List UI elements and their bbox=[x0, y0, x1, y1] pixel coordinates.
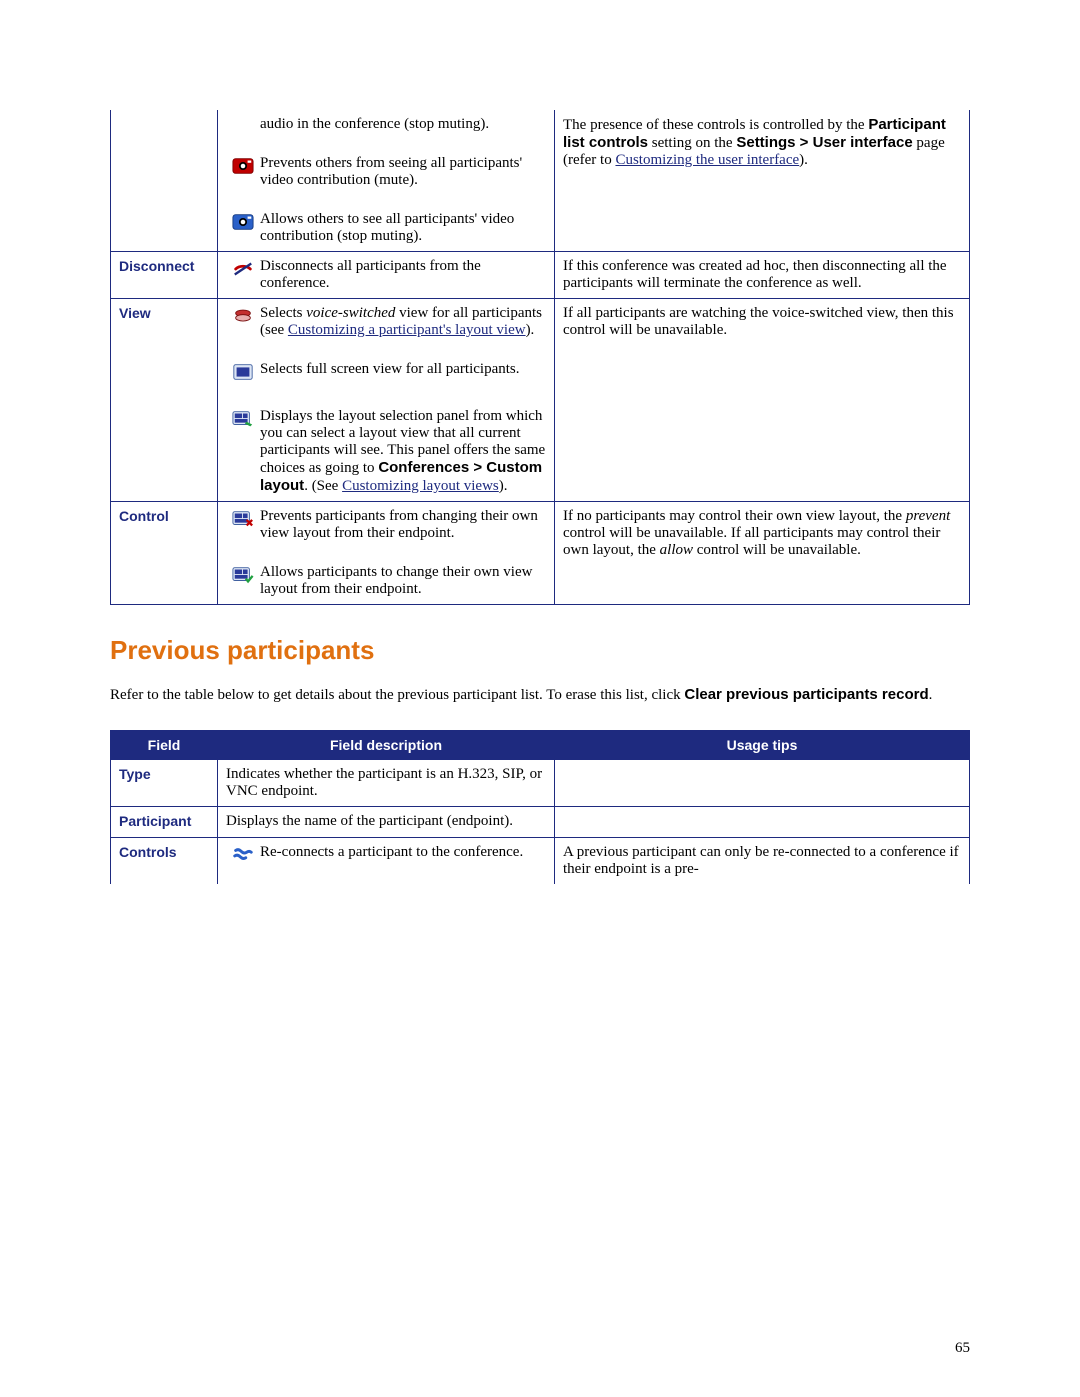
controls-label-cell: Controls bbox=[111, 838, 218, 885]
head-field: Field bbox=[111, 731, 218, 760]
controls-table: audio in the conference (stop muting). P… bbox=[110, 110, 970, 605]
reconnect-desc: Re-connects a participant to the confere… bbox=[260, 844, 546, 869]
disconnect-label: Disconnect bbox=[119, 258, 194, 274]
customizing-ui-link[interactable]: Customizing the user interface bbox=[615, 152, 799, 168]
head-tips: Usage tips bbox=[555, 731, 970, 760]
allow-layout-icon bbox=[226, 564, 260, 598]
disconnect-desc-cell: Disconnects all participants from the co… bbox=[218, 252, 555, 299]
control-label: Control bbox=[119, 508, 169, 524]
tips-bold2: Settings > User interface bbox=[736, 134, 912, 151]
participant-label: Participant bbox=[119, 813, 191, 829]
disconnect-desc: Disconnects all participants from the co… bbox=[260, 258, 546, 292]
view-desc-cell: Selects voice-switched view for all part… bbox=[218, 299, 555, 502]
voice-switched-icon bbox=[226, 305, 260, 339]
camera-unmute-icon bbox=[226, 211, 260, 245]
disconnect-icon bbox=[226, 258, 260, 292]
tips-post: ). bbox=[799, 152, 808, 168]
view-label-cell: View bbox=[111, 299, 218, 502]
controls-desc-cell: Re-connects a participant to the confere… bbox=[218, 838, 555, 885]
controls-label: Controls bbox=[119, 844, 177, 860]
view-tips: If all participants are watching the voi… bbox=[555, 299, 970, 502]
previous-participants-heading: Previous participants bbox=[110, 635, 970, 666]
tips-mid1: setting on the bbox=[648, 135, 736, 151]
fullscreen-icon bbox=[226, 361, 260, 386]
camera-unmute-desc: Allows others to see all participants' v… bbox=[260, 211, 546, 245]
head-desc: Field description bbox=[218, 731, 555, 760]
disconnect-label-cell: Disconnect bbox=[111, 252, 218, 299]
camera-mute-icon bbox=[226, 155, 260, 189]
control-desc-cell: Prevents participants from changing thei… bbox=[218, 502, 555, 605]
disconnect-tips: If this conference was created ad hoc, t… bbox=[555, 252, 970, 299]
prevent-layout-desc: Prevents participants from changing thei… bbox=[260, 508, 546, 542]
control-tips: If no participants may control their own… bbox=[555, 502, 970, 605]
voice-switched-desc: Selects voice-switched view for all part… bbox=[260, 305, 546, 339]
type-tips bbox=[555, 760, 970, 807]
layout-panel-desc: Displays the layout selection panel from… bbox=[260, 408, 546, 495]
prevent-layout-icon bbox=[226, 508, 260, 542]
previous-participants-table: Field Field description Usage tips Type … bbox=[110, 730, 970, 884]
participant-tips bbox=[555, 807, 970, 838]
field-cell-empty bbox=[111, 110, 218, 252]
camera-mute-desc: Prevents others from seeing all particip… bbox=[260, 155, 546, 189]
page-number: 65 bbox=[955, 1340, 970, 1357]
previous-participants-intro: Refer to the table below to get details … bbox=[110, 684, 970, 706]
type-label: Type bbox=[119, 766, 151, 782]
participant-label-cell: Participant bbox=[111, 807, 218, 838]
mute-audio-desc: audio in the conference (stop muting). bbox=[260, 116, 546, 133]
control-label-cell: Control bbox=[111, 502, 218, 605]
layout-panel-icon bbox=[226, 408, 260, 495]
tips-pre: The presence of these controls is contro… bbox=[563, 117, 868, 133]
type-desc: Indicates whether the participant is an … bbox=[218, 760, 555, 807]
fullscreen-desc: Selects full screen view for all partici… bbox=[260, 361, 546, 386]
desc-cell-mute: audio in the conference (stop muting). P… bbox=[218, 110, 555, 252]
controls-tips: A previous participant can only be re-co… bbox=[555, 838, 970, 885]
participant-desc: Displays the name of the participant (en… bbox=[218, 807, 555, 838]
view-label: View bbox=[119, 305, 151, 321]
type-label-cell: Type bbox=[111, 760, 218, 807]
customizing-participant-layout-link[interactable]: Customizing a participant's layout view bbox=[288, 322, 526, 338]
tips-cell-mute: The presence of these controls is contro… bbox=[555, 110, 970, 252]
allow-layout-desc: Allows participants to change their own … bbox=[260, 564, 546, 598]
reconnect-icon bbox=[226, 844, 260, 869]
customizing-layout-views-link[interactable]: Customizing layout views bbox=[342, 478, 499, 494]
